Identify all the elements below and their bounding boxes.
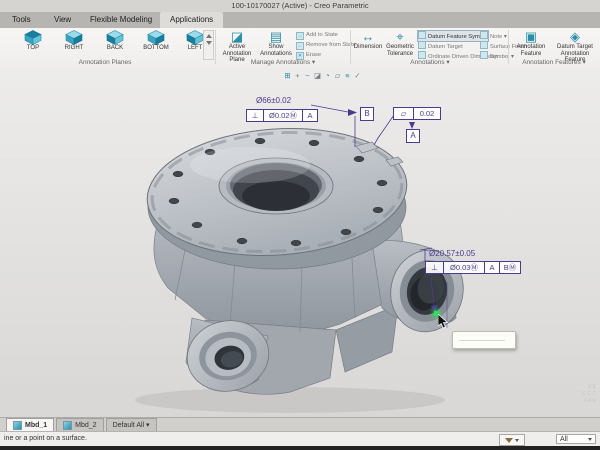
scroll-up-icon [206,34,212,38]
dimension-icon: ↔ [353,29,383,44]
tolerance-value: Ø0.02Ⓜ [264,109,303,122]
remove-from-state-icon: ← [296,42,304,50]
group-label-annotation-features[interactable]: Annotation Features ▾ [511,58,597,66]
scroll-down-icon [206,41,212,45]
selection-filter-button[interactable] [499,434,525,446]
cube-back-icon [106,30,124,45]
group-label-annotations[interactable]: Annotations ▾ [360,58,500,66]
geometric-tolerance-icon: ⌖ [385,29,415,44]
status-bar: ine or a point on a surface. All [0,431,600,447]
view-plane-bottom-button[interactable]: BOTTOM [137,29,175,58]
datum-label-b[interactable]: B [360,107,374,121]
show-annotations-icon: ▤ [258,29,294,44]
state-tab-icon [63,421,72,430]
chevron-down-icon [588,438,592,441]
dimension-top-value[interactable]: Ø66±0.02 [256,96,291,105]
view-plane-back-button[interactable]: BACK [96,29,134,58]
datum-target-annotation-feature-icon: ◈ [553,29,597,44]
annotation-feature-button[interactable]: ▣ Annotation Feature [511,29,551,57]
tab-applications[interactable]: Applications [160,12,223,28]
surface-finish-icon [480,41,488,49]
mouse-cursor [438,314,450,330]
tab-view[interactable]: View [44,12,81,28]
group-label-manage-annotations[interactable]: Manage Annotations ▾ [218,58,348,66]
group-separator [508,30,509,64]
tab-tools[interactable]: Tools [2,12,41,28]
note-icon [480,31,488,39]
corner-watermark: X E C C C A A N [544,384,596,405]
filter-funnel-icon [505,438,513,443]
tab-flexible-modeling[interactable]: Flexible Modeling [80,12,162,28]
active-annotation-plane-icon: ◪ [218,29,256,44]
state-tab-icon [13,421,22,430]
datum-ref-b-mmc: BⓂ [500,261,521,274]
note-button[interactable]: Note ▾ [480,31,507,41]
chevron-down-icon [515,439,519,442]
datum-feature-symbol-icon [418,31,426,39]
view-plane-right-button[interactable]: RIGHT [55,29,93,58]
selection-filter-dropdown[interactable]: All [556,434,596,444]
ribbon-tab-bar: Tools View Flexible Modeling Application… [0,12,600,28]
datum-target-button[interactable]: Datum Target [418,41,463,51]
datum-ref-a: A [303,109,318,122]
dimension-button[interactable]: ↔ Dimension [353,29,383,51]
state-tab-mbd1[interactable]: Mbd_1 [6,418,54,431]
view-plane-top-button[interactable]: TOP [14,29,52,58]
ribbon: TOP RIGHT BACK BOTTOM [0,28,600,68]
group-separator [350,30,351,64]
state-tab-mbd2[interactable]: Mbd_2 [56,418,103,431]
perpendicularity-symbol: ⊥ [425,261,444,274]
state-tab-bar: Mbd_1 Mbd_2 Default All ▾ [0,417,600,431]
tolerance-value: Ø0.03Ⓜ [444,261,485,274]
model-housing [135,120,471,413]
remove-from-state-button[interactable]: ←Remove from State [296,41,356,51]
annotation-feature-icon: ▣ [511,29,551,44]
bottom-edge-strip [0,446,600,450]
status-message: ine or a point on a surface. [4,435,87,442]
cube-left-icon [186,30,204,45]
group-label-annotation-planes: Annotation Planes [10,59,200,66]
cube-top-icon [24,30,42,45]
perpendicularity-symbol: ⊥ [246,109,264,122]
view-planes-scrollbar[interactable] [203,30,214,60]
show-annotations-button[interactable]: ▤ Show Annotations [258,29,294,57]
datum-target-icon [418,41,426,49]
selection-tooltip [452,331,516,349]
geometric-tolerance-button[interactable]: ⌖ Geometric Tolerance [385,29,415,57]
datum-label-a[interactable]: A [406,129,420,143]
dimension-right-value[interactable]: Ø20.57±0.05 [429,249,475,258]
add-to-state-button[interactable]: →Add to State [296,31,338,41]
fcf-perpendicularity-right[interactable]: ⊥ Ø0.03Ⓜ A BⓂ [425,261,521,274]
datum-feature-symbol-button[interactable]: Datum Feature Symbol [418,31,488,41]
datum-ref-a: A [485,261,500,274]
window-title: 100-10170027 (Active) - Creo Parametric [231,1,368,10]
fcf-perpendicularity-top[interactable]: ⊥ Ø0.02Ⓜ A [246,109,318,122]
group-separator [215,30,216,64]
flatness-tolerance: 0.02 [414,107,441,120]
cube-right-icon [65,30,83,45]
fcf-flatness[interactable]: ▱ 0.02 [393,107,441,120]
state-tab-default-all[interactable]: Default All ▾ [106,418,157,431]
add-to-state-icon: → [296,32,304,40]
cube-bottom-icon [147,30,165,45]
flatness-symbol: ▱ [393,107,414,120]
creo-parametric-window: 100-10170027 (Active) - Creo Parametric … [0,0,600,450]
